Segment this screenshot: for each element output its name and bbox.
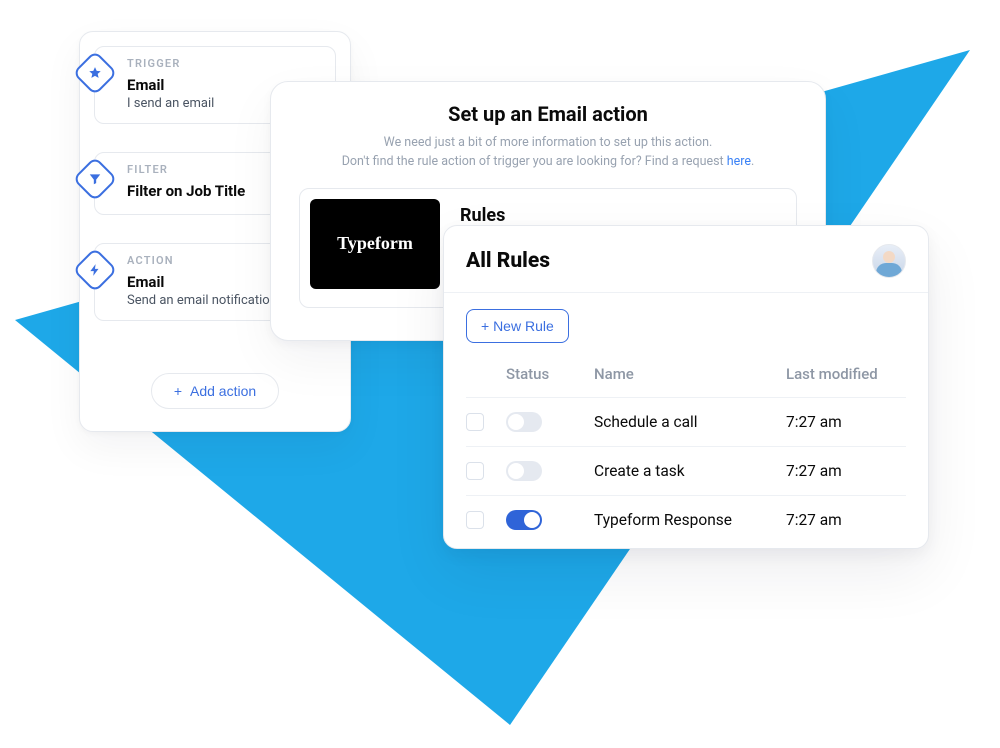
- request-link[interactable]: here: [727, 154, 751, 169]
- funnel-icon: [72, 156, 117, 201]
- row-checkbox[interactable]: [466, 413, 484, 431]
- add-action-label: Add action: [190, 383, 256, 399]
- rule-name: Typeform Response: [594, 511, 778, 529]
- rule-modified: 7:27 am: [786, 462, 906, 480]
- table-row: Typeform Response 7:27 am: [466, 496, 906, 544]
- rules-title: All Rules: [466, 249, 550, 273]
- table-row: Create a task 7:27 am: [466, 447, 906, 496]
- typeform-logo: Typeform: [310, 199, 440, 289]
- column-modified: Last modified: [786, 365, 906, 383]
- plus-icon: +: [174, 383, 182, 399]
- rule-modified: 7:27 am: [786, 413, 906, 431]
- rule-name: Schedule a call: [594, 413, 778, 431]
- setup-title: Set up an Email action: [299, 102, 797, 126]
- rules-table: Status Name Last modified Schedule a cal…: [444, 351, 928, 544]
- status-toggle[interactable]: [506, 461, 542, 481]
- row-checkbox[interactable]: [466, 511, 484, 529]
- star-icon: [72, 50, 117, 95]
- table-header-row: Status Name Last modified: [466, 351, 906, 398]
- rule-name: Create a task: [594, 462, 778, 480]
- row-checkbox[interactable]: [466, 462, 484, 480]
- bolt-icon: [72, 247, 117, 292]
- avatar[interactable]: [872, 244, 906, 278]
- rules-card: All Rules + New Rule Status Name Last mo…: [443, 225, 929, 549]
- add-action-button[interactable]: + Add action: [151, 373, 279, 409]
- rule-modified: 7:27 am: [786, 511, 906, 529]
- column-name: Name: [594, 365, 778, 383]
- status-toggle[interactable]: [506, 412, 542, 432]
- table-row: Schedule a call 7:27 am: [466, 398, 906, 447]
- column-status: Status: [506, 365, 586, 383]
- new-rule-button[interactable]: + New Rule: [466, 309, 569, 343]
- status-toggle[interactable]: [506, 510, 542, 530]
- step-kind-label: TRIGGER: [127, 57, 321, 70]
- setup-subtitle: We need just a bit of more information t…: [299, 134, 797, 172]
